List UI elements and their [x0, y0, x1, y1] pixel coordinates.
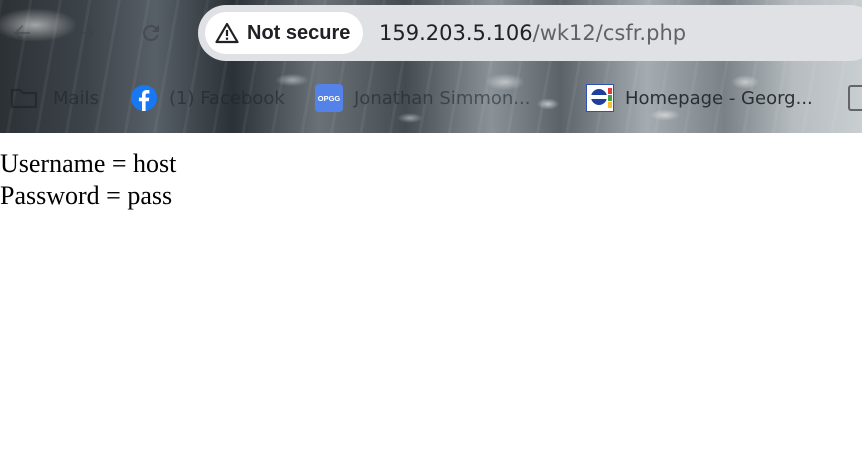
- bookmark-label: (1) Facebook: [169, 87, 285, 109]
- url-text[interactable]: 159.203.5.106/wk12/csfr.php: [379, 19, 686, 47]
- opgg-icon: OPGG: [315, 84, 343, 112]
- back-arrow-icon: [14, 25, 30, 41]
- folder-icon: [10, 84, 38, 112]
- page-content: Username = host Password = pass: [0, 148, 176, 212]
- partial-bookmark-icon: [848, 85, 862, 111]
- bookmark-label: Mails: [53, 87, 99, 109]
- warning-triangle-icon: [214, 21, 240, 45]
- url-host: 159.203.5.106: [379, 21, 533, 45]
- bookmark-overflow[interactable]: [848, 82, 862, 114]
- security-label: Not secure: [247, 21, 351, 44]
- bookmark-georgetown[interactable]: Homepage - Georg...: [586, 82, 813, 114]
- opgg-icon-text: OPGG: [318, 94, 341, 103]
- reload-icon: [142, 25, 159, 42]
- reload-button[interactable]: [136, 18, 166, 48]
- back-button[interactable]: [7, 18, 37, 48]
- security-indicator[interactable]: Not secure: [205, 12, 363, 54]
- bookmark-mails[interactable]: Mails: [10, 82, 99, 114]
- bookmark-label: Homepage - Georg...: [625, 87, 813, 109]
- password-line: Password = pass: [0, 181, 173, 210]
- facebook-icon: [130, 84, 158, 112]
- bookmark-label: Jonathan Simmon...: [354, 87, 531, 109]
- bookmark-facebook[interactable]: (1) Facebook: [130, 82, 285, 114]
- username-line: Username = host: [0, 149, 177, 178]
- forward-arrow-icon: [79, 25, 95, 41]
- forward-button[interactable]: [72, 18, 102, 48]
- browser-toolbar: Not secure 159.203.5.106/wk12/csfr.php M…: [0, 0, 862, 133]
- georgetown-icon: [586, 84, 614, 112]
- bookmark-opgg[interactable]: OPGG Jonathan Simmon...: [315, 82, 530, 114]
- url-path: /wk12/csfr.php: [532, 21, 687, 45]
